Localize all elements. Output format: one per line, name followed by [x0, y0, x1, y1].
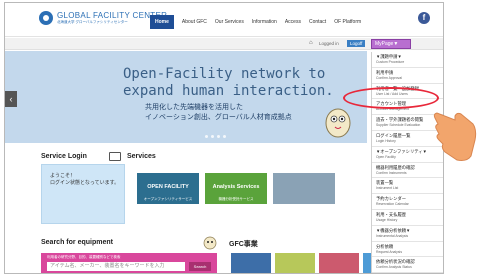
welcome-text: ようこそ！: [50, 173, 76, 179]
site-logo[interactable]: GLOBAL FACILITY CENTER 北海道大学 グローバルファシリティ…: [39, 11, 167, 25]
mypage-menu-item[interactable]: 分析依頼 Request Analysis: [372, 242, 443, 258]
menu-item-sublabel: Instrument List: [376, 186, 399, 191]
menu-item-sublabel: Confirm Approval: [376, 75, 403, 80]
pointing-hand-icon: [433, 112, 477, 161]
carousel-prev-button[interactable]: ‹: [5, 91, 17, 107]
logoff-button[interactable]: Logoff: [347, 40, 366, 47]
services-cards: OPEN FACILITY オープンファシリティサービス Analysis Se…: [137, 173, 335, 204]
nav-home[interactable]: Home: [150, 15, 174, 29]
services-title: Services: [127, 153, 156, 160]
mypage-menu-item[interactable]: ▼機器分析依頼▼ Instrumental Analysis: [372, 226, 443, 242]
nav-services[interactable]: Our Services: [215, 19, 244, 25]
monitor-icon: [109, 152, 121, 161]
search-note: 利用者の研究分野、目的、装置種別などで検索: [47, 255, 121, 259]
carousel-dots[interactable]: [205, 135, 226, 138]
nav-information[interactable]: Information: [252, 19, 277, 25]
mascot-icon: [325, 108, 351, 138]
nav-about[interactable]: About GFC: [182, 19, 207, 25]
main-nav: Home About GFC Our Services Information …: [150, 15, 361, 29]
login-bar: ⌂ Logged in Logoff MyPage▼: [5, 38, 443, 50]
menu-item-sublabel: Reservation Calendar: [376, 202, 409, 207]
logged-in-status: Logged in: [319, 41, 339, 46]
mypage-menu-item[interactable]: 機器利用履歴の確認 Confirm Instruments: [372, 163, 443, 179]
nav-access[interactable]: Access: [285, 19, 301, 25]
browser-frame: GLOBAL FACILITY CENTER 北海道大学 グローバルファシリティ…: [4, 2, 444, 274]
mypage-menu-item[interactable]: ▼課題申請▼ Custom Procedure: [372, 52, 443, 68]
menu-item-sublabel: Usage History: [376, 217, 398, 222]
nav-contact[interactable]: Contact: [309, 19, 326, 25]
mypage-menu-item[interactable]: 利用申請 Confirm Approval: [372, 68, 443, 84]
gfc-image-3[interactable]: [319, 253, 359, 273]
gfc-image-1[interactable]: [231, 253, 271, 273]
mypage-menu-item[interactable]: 予約カレンダー Reservation Calendar: [372, 194, 443, 210]
open-facility-card[interactable]: OPEN FACILITY オープンファシリティサービス: [137, 173, 199, 204]
gfc-title: GFC事業: [229, 241, 258, 248]
service-login-box: ようこそ！ ログイン状態となっています。: [41, 164, 125, 224]
hero-title: Open-Facility network to expand human in…: [123, 66, 334, 99]
mypage-button[interactable]: MyPage▼: [371, 39, 411, 49]
mascot-small-icon: [203, 236, 217, 250]
menu-item-sublabel: Custom Procedure: [376, 60, 405, 64]
mypage-menu-item[interactable]: 利用・支払履歴 Usage History: [372, 210, 443, 226]
search-button[interactable]: Search: [189, 262, 211, 271]
mypage-menu-item[interactable]: 装置一覧 Instrument List: [372, 178, 443, 195]
search-box: 利用者の研究分野、目的、装置種別などで検索 アイテム名、メーカー、装置名をキーワ…: [41, 253, 217, 273]
mypage-menu-item[interactable]: 依頼分析状況の確認 Confirm Analysis Status: [372, 257, 443, 273]
menu-item-sublabel: Confirm Instruments: [376, 170, 407, 175]
menu-item-sublabel: Confirm Analysis Status: [376, 265, 412, 270]
login-status-text: ログイン状態となっています。: [50, 180, 120, 186]
menu-item-sublabel: Request Analysis: [376, 249, 403, 254]
nav-of-platform[interactable]: OF Platform: [334, 19, 361, 25]
analysis-services-card[interactable]: Analysis Services 機器分析受託サービス: [205, 173, 267, 204]
search-equipment-title: Search for equipment: [41, 239, 113, 246]
hero-subtitle: 共用化した先端機器を活用した イノベーション創出、グローバル人材育成拠点: [145, 104, 292, 121]
service-card-3[interactable]: [273, 173, 335, 204]
site-header: GLOBAL FACILITY CENTER 北海道大学 グローバルファシリティ…: [5, 3, 443, 37]
menu-item-sublabel: Instrumental Analysis: [376, 233, 409, 238]
gfc-image-2[interactable]: [275, 253, 315, 273]
search-input[interactable]: アイテム名、メーカー、装置名をキーワードを入力: [47, 262, 185, 271]
globe-logo-icon: [39, 11, 53, 25]
service-login-title: Service Login: [41, 153, 87, 160]
hero-banner: Open-Facility network to expand human in…: [5, 51, 367, 143]
highlight-circle: [343, 87, 439, 109]
home-icon[interactable]: ⌂: [309, 40, 313, 46]
facebook-icon[interactable]: f: [418, 12, 430, 24]
